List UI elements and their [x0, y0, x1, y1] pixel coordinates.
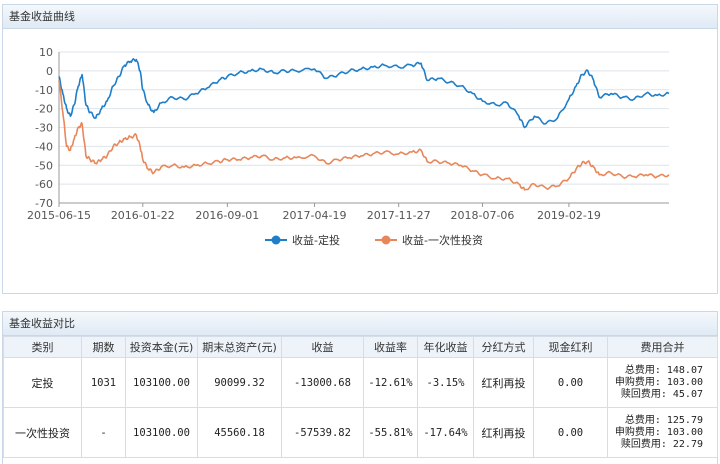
table-row: 一次性投资 - 103100.00 45560.18 -57539.82 -55…: [3, 407, 718, 458]
chart-panel: 基金收益曲线 10 0 -10 -20 -30 -40 -50 -60 -70 2015-06-1…: [2, 4, 718, 294]
col-header-category: 类别: [3, 336, 82, 358]
y-tick-label: -40: [35, 140, 53, 153]
col-header-total-assets: 期末总资产(元): [197, 336, 282, 358]
cell-dividend-method: 红利再投: [473, 407, 534, 458]
cell-return-rate: -55.81%: [363, 407, 418, 458]
fee-total: 总费用: 148.07: [624, 364, 703, 376]
table-panel: 基金收益对比 类别 期数 投资本金(元) 期末总资产(元) 收益 收益率 年化收…: [2, 311, 718, 464]
cell-return-rate: -12.61%: [363, 357, 418, 408]
cell-profit: -13000.68: [281, 357, 364, 408]
legend-marker: [271, 235, 281, 245]
fee-purchase: 申购费用: 103.00: [614, 426, 703, 438]
fee-purchase: 申购费用: 103.00: [614, 376, 703, 388]
cell-fees: 总费用: 148.07 申购费用: 103.00 赎回费用: 45.07: [607, 357, 718, 408]
cell-principal: 103100.00: [125, 357, 198, 408]
fee-redemption: 赎回费用: 45.07: [620, 388, 703, 400]
x-tick-label: 2016-01-22: [111, 209, 175, 222]
cell-cash-dividend: 0.00: [533, 407, 608, 458]
x-tick-label: 2017-11-27: [367, 209, 431, 222]
x-tick-label: 2016-09-01: [195, 209, 259, 222]
table-row: 定投 1031 103100.00 90099.32 -13000.68 -12…: [3, 357, 718, 408]
col-header-cash-dividend: 现金红利: [533, 336, 608, 358]
col-header-periods: 期数: [81, 336, 126, 358]
table-header-row: 类别 期数 投资本金(元) 期末总资产(元) 收益 收益率 年化收益 分红方式 …: [3, 336, 718, 358]
cell-total-assets: 45560.18: [197, 407, 282, 458]
legend-label: 收益-定投: [292, 233, 340, 247]
cell-periods: -: [81, 407, 126, 458]
y-tick-label: -30: [35, 122, 53, 135]
x-tick-label: 2015-06-15: [27, 209, 91, 222]
table-panel-title: 基金收益对比: [3, 312, 717, 336]
col-header-annualized: 年化收益: [417, 336, 474, 358]
y-tick-label: -20: [35, 103, 53, 116]
legend-marker: [381, 235, 391, 245]
cell-profit: -57539.82: [281, 407, 364, 458]
cell-periods: 1031: [81, 357, 126, 408]
cell-total-assets: 90099.32: [197, 357, 282, 408]
y-tick-label: -50: [35, 159, 53, 172]
cell-category: 定投: [3, 357, 82, 408]
y-tick-label: 10: [39, 46, 53, 59]
fund-return-chart: 100-10-20-30-40-50-60-702015-06-15 2016-0…: [27, 46, 670, 247]
col-header-dividend-method: 分红方式: [473, 336, 534, 358]
comparison-table: 类别 期数 投资本金(元) 期末总资产(元) 收益 收益率 年化收益 分红方式 …: [3, 336, 718, 458]
chart-panel-title: 基金收益曲线: [3, 5, 717, 29]
cell-fees: 总费用: 125.79 申购费用: 103.00 赎回费用: 22.79: [607, 407, 718, 458]
cell-annualized: -3.15%: [417, 357, 474, 408]
legend-label: 收益-一次性投资: [402, 233, 483, 247]
col-header-profit: 收益: [281, 336, 364, 358]
y-tick-label: -10: [35, 84, 53, 97]
cell-category: 一次性投资: [3, 407, 82, 458]
y-tick-label: 0: [46, 65, 53, 78]
cell-cash-dividend: 0.00: [533, 357, 608, 408]
series-line: [58, 80, 670, 191]
series-line: [58, 58, 670, 129]
col-header-fees: 费用合并: [607, 336, 718, 358]
cell-principal: 103100.00: [125, 407, 198, 458]
col-header-principal: 投资本金(元): [125, 336, 198, 358]
y-tick-label: -60: [35, 178, 53, 191]
col-header-return-rate: 收益率: [363, 336, 418, 358]
x-tick-label: 2018-07-06: [451, 209, 515, 222]
x-tick-label: 2019-02-19: [537, 209, 601, 222]
fee-total: 总费用: 125.79: [624, 414, 703, 426]
x-tick-label: 2017-04-19: [283, 209, 347, 222]
cell-annualized: -17.64%: [417, 407, 474, 458]
fee-redemption: 赎回费用: 22.79: [620, 438, 703, 450]
cell-dividend-method: 红利再投: [473, 357, 534, 408]
